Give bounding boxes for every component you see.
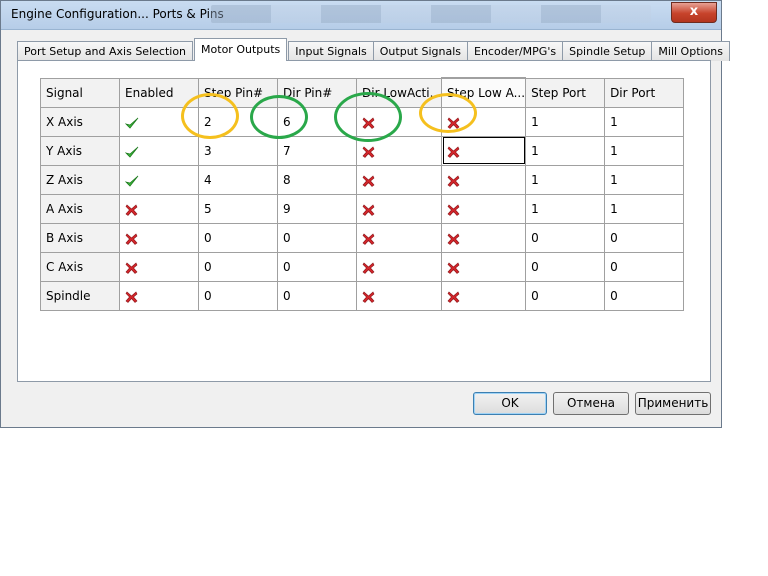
blurred-title-area (211, 5, 651, 23)
dir-port-cell[interactable]: 1 (604, 164, 685, 195)
apply-button[interactable]: Применить (635, 392, 711, 415)
red-x-icon (447, 175, 460, 187)
table-row: Z Axis 4 8 1 1 (40, 164, 685, 195)
title-bar[interactable]: Engine Configuration... Ports & Pins x (1, 1, 721, 30)
col-header-signal[interactable]: Signal (40, 77, 120, 108)
enabled-cell[interactable] (119, 251, 199, 282)
dir-port-cell[interactable]: 0 (604, 280, 685, 311)
dir-low-active-cell[interactable] (355, 251, 443, 282)
enabled-cell[interactable] (119, 222, 199, 253)
red-x-icon (362, 146, 375, 158)
step-low-active-cell[interactable] (441, 193, 527, 224)
close-button[interactable]: x (671, 2, 717, 23)
annotation-green-circle-dir-low (334, 92, 402, 142)
dir-pin-cell[interactable]: 0 (277, 280, 357, 311)
dir-low-active-cell[interactable] (355, 193, 443, 224)
dir-pin-cell[interactable]: 0 (277, 251, 357, 282)
engine-config-window: Engine Configuration... Ports & Pins x P… (0, 0, 731, 428)
step-pin-cell[interactable]: 0 (198, 280, 278, 311)
step-pin-cell[interactable]: 0 (198, 251, 278, 282)
step-port-cell[interactable]: 1 (525, 106, 606, 137)
step-pin-cell[interactable]: 5 (198, 193, 278, 224)
row-signal-cell[interactable]: A Axis (40, 193, 120, 224)
col-header-dir-port[interactable]: Dir Port (604, 77, 685, 108)
step-port-cell[interactable]: 1 (525, 135, 606, 166)
step-low-active-cell[interactable] (441, 164, 527, 195)
table-row: B Axis 0 0 0 0 (40, 222, 685, 253)
dir-port-cell[interactable]: 0 (604, 222, 685, 253)
dir-low-active-cell[interactable] (355, 222, 443, 253)
red-x-icon (362, 233, 375, 245)
tab-strip: Port Setup and Axis Selection Motor Outp… (17, 38, 731, 61)
tab-port-setup[interactable]: Port Setup and Axis Selection (17, 41, 194, 61)
dir-pin-cell[interactable]: 0 (277, 222, 357, 253)
row-signal-cell[interactable]: B Axis (40, 222, 120, 253)
red-x-icon (447, 233, 460, 245)
row-signal-cell[interactable]: Y Axis (40, 135, 120, 166)
ok-button[interactable]: OK (473, 392, 547, 415)
tab-encoder-mpg[interactable]: Encoder/MPG's (467, 41, 564, 61)
annotation-yellow-circle-step-low (419, 93, 477, 133)
row-signal-cell[interactable]: Z Axis (40, 164, 120, 195)
row-signal-cell[interactable]: C Axis (40, 251, 120, 282)
step-low-active-cell[interactable] (441, 251, 527, 282)
row-signal-cell[interactable]: Spindle (40, 280, 120, 311)
table-row: A Axis 5 9 1 1 (40, 193, 685, 224)
step-port-cell[interactable]: 1 (525, 164, 606, 195)
dir-pin-cell[interactable]: 8 (277, 164, 357, 195)
dir-pin-cell[interactable]: 9 (277, 193, 357, 224)
dir-low-active-cell[interactable] (355, 280, 443, 311)
enabled-cell[interactable] (119, 280, 199, 311)
red-x-icon (125, 204, 138, 216)
red-x-icon (362, 262, 375, 274)
dir-port-cell[interactable]: 1 (604, 193, 685, 224)
table-row: C Axis 0 0 0 0 (40, 251, 685, 282)
step-port-cell[interactable]: 0 (525, 222, 606, 253)
annotation-yellow-circle-step-pin (181, 93, 239, 139)
step-pin-cell[interactable]: 0 (198, 222, 278, 253)
step-low-active-cell[interactable] (441, 222, 527, 253)
green-check-icon (125, 146, 139, 158)
enabled-cell[interactable] (119, 193, 199, 224)
step-low-active-cell[interactable] (441, 280, 527, 311)
tab-output-signals[interactable]: Output Signals (372, 41, 468, 61)
window-title: Engine Configuration... Ports & Pins (11, 7, 224, 21)
row-signal-cell[interactable]: X Axis (40, 106, 120, 137)
red-x-icon (447, 262, 460, 274)
red-x-icon (447, 204, 460, 216)
red-x-icon (125, 291, 138, 303)
red-x-icon (125, 233, 138, 245)
red-x-icon (362, 204, 375, 216)
green-check-icon (125, 117, 139, 129)
red-x-icon (447, 146, 460, 158)
tab-spindle-setup[interactable]: Spindle Setup (562, 41, 653, 61)
red-x-icon (362, 175, 375, 187)
step-port-cell[interactable]: 1 (525, 193, 606, 224)
dir-port-cell[interactable]: 0 (604, 251, 685, 282)
step-pin-cell[interactable]: 4 (198, 164, 278, 195)
enabled-cell[interactable] (119, 164, 199, 195)
enabled-cell[interactable] (119, 135, 199, 166)
red-x-icon (362, 291, 375, 303)
green-check-icon (125, 175, 139, 187)
step-pin-cell[interactable]: 3 (198, 135, 278, 166)
annotation-green-circle-dir-pin (250, 95, 308, 139)
tab-input-signals[interactable]: Input Signals (288, 41, 374, 61)
dir-pin-cell[interactable]: 7 (277, 135, 357, 166)
dir-port-cell[interactable]: 1 (604, 106, 685, 137)
cancel-button[interactable]: Отмена (553, 392, 629, 415)
dir-low-active-cell[interactable] (355, 164, 443, 195)
tab-mill-options[interactable]: Mill Options (651, 41, 731, 61)
red-x-icon (125, 262, 138, 274)
step-port-cell[interactable]: 0 (525, 251, 606, 282)
step-low-active-cell[interactable] (441, 135, 527, 166)
tab-motor-outputs[interactable]: Motor Outputs (194, 38, 288, 61)
red-x-icon (447, 291, 460, 303)
step-port-cell[interactable]: 0 (525, 280, 606, 311)
col-header-step-port[interactable]: Step Port (525, 77, 606, 108)
dir-port-cell[interactable]: 1 (604, 135, 685, 166)
table-row: Spindle 0 0 0 0 (40, 280, 685, 311)
